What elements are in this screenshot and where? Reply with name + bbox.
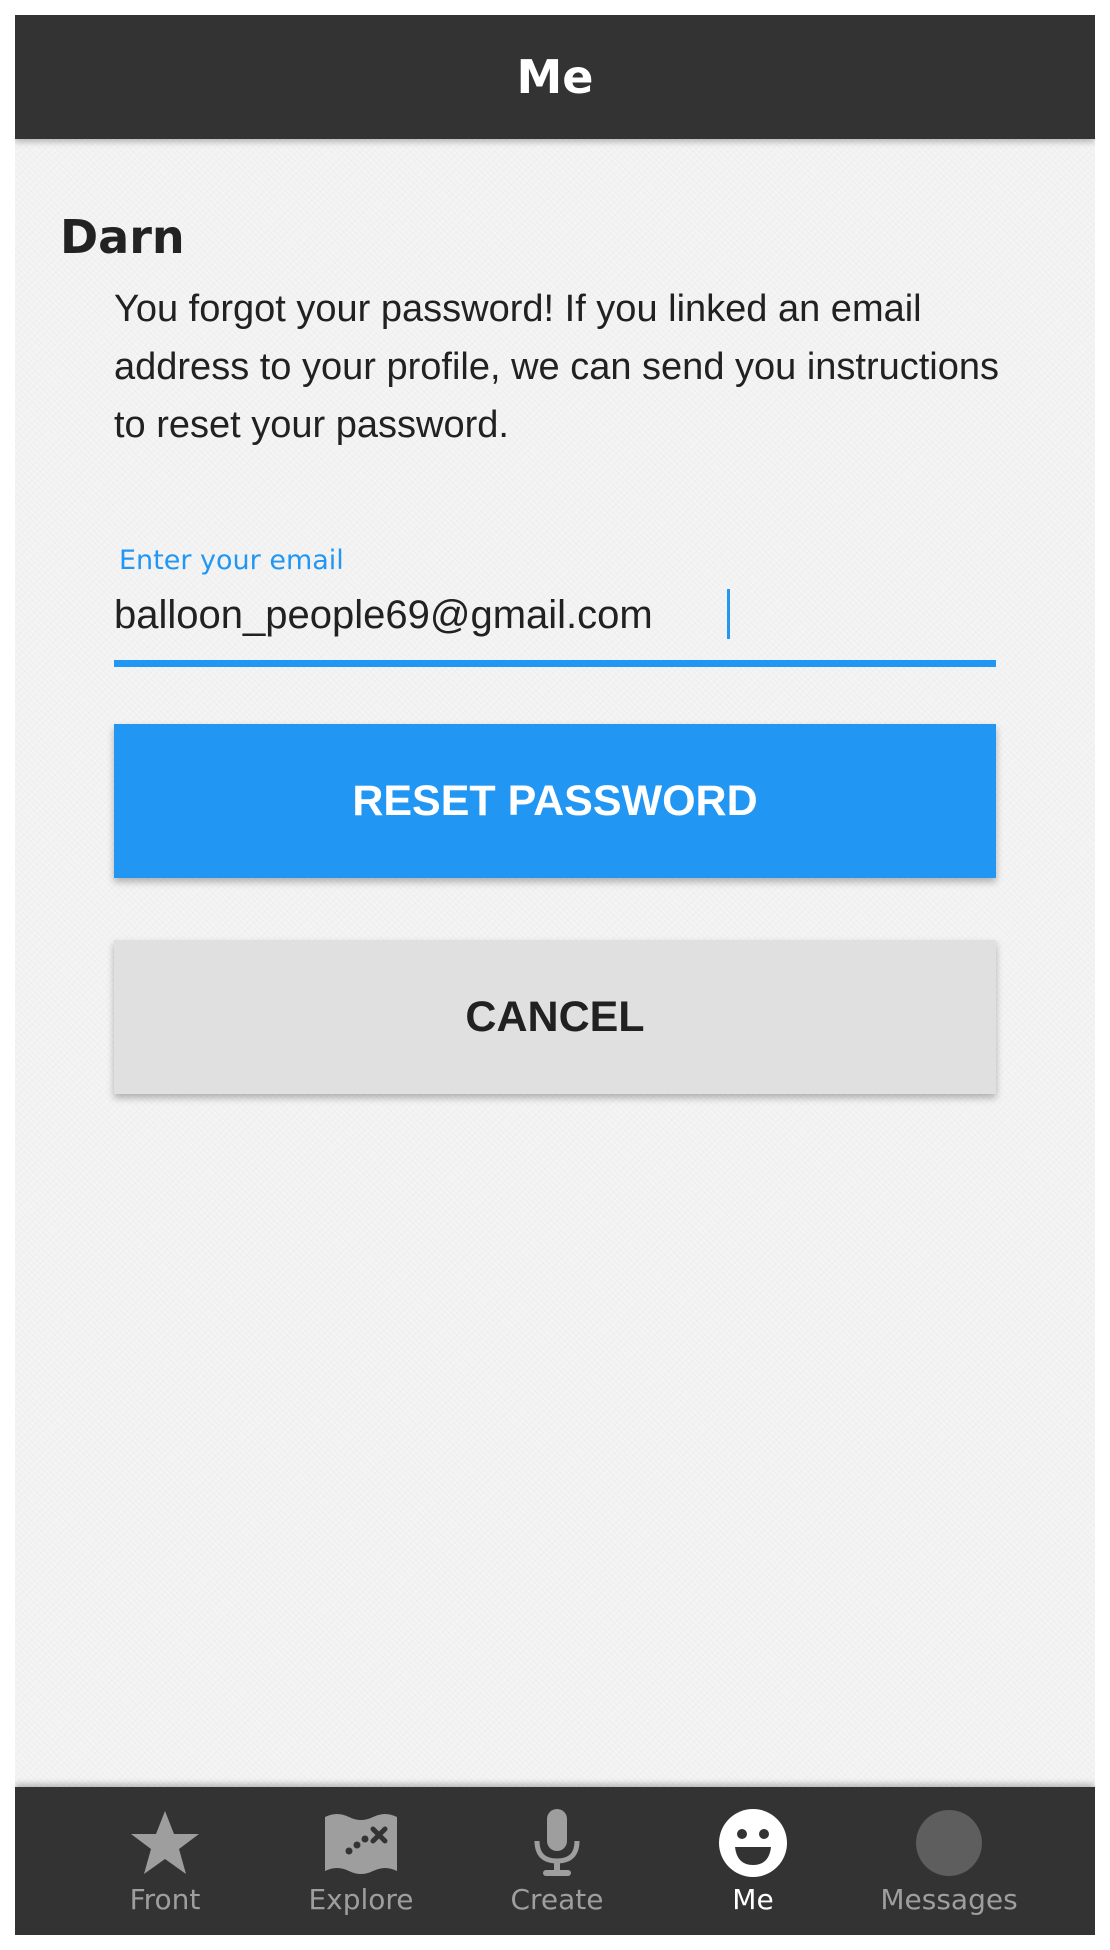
- email-field-label: Enter your email: [119, 545, 344, 576]
- nav-label-me: Me: [732, 1883, 774, 1916]
- email-input[interactable]: [114, 585, 996, 645]
- nav-item-create[interactable]: Create: [459, 1787, 655, 1935]
- nav-item-front[interactable]: Front: [67, 1787, 263, 1935]
- star-icon: [131, 1811, 199, 1874]
- email-field[interactable]: Enter your email: [114, 545, 996, 670]
- nav-label-front: Front: [129, 1883, 201, 1916]
- app-bar-title: Me: [516, 50, 594, 104]
- reset-password-button[interactable]: RESET PASSWORD: [114, 724, 996, 878]
- bottom-navigation: Front Explore Create Me Messages: [15, 1787, 1095, 1935]
- microphone-icon: [534, 1809, 580, 1876]
- circle-avatar-icon: [916, 1810, 982, 1876]
- nav-label-create: Create: [510, 1883, 604, 1916]
- app-screen: Me Darn You forgot your password! If you…: [15, 15, 1095, 1935]
- nav-item-me[interactable]: Me: [655, 1787, 851, 1935]
- map-icon: [325, 1814, 397, 1874]
- page-heading: Darn: [60, 210, 185, 264]
- forgot-password-message: You forgot your password! If you linked …: [114, 288, 1000, 446]
- nav-label-messages: Messages: [880, 1883, 1018, 1916]
- nav-item-messages[interactable]: Messages: [851, 1787, 1047, 1935]
- nav-item-explore[interactable]: Explore: [263, 1787, 459, 1935]
- nav-label-explore: Explore: [308, 1883, 414, 1916]
- email-field-underline: [114, 660, 996, 667]
- smiley-face-icon: [719, 1809, 787, 1877]
- cancel-button[interactable]: CANCEL: [114, 940, 996, 1094]
- text-caret: [727, 589, 730, 639]
- app-bar: Me: [15, 15, 1095, 139]
